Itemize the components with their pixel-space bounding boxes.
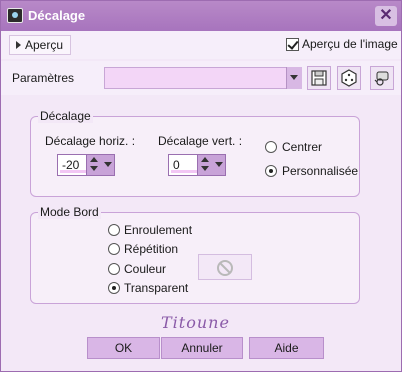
ok-button[interactable]: OK [87,337,160,359]
horiz-offset-label: Décalage horiz. : [45,134,136,148]
dropdown-arrow-icon[interactable] [215,162,223,167]
centrer-label: Centrer [282,140,323,154]
centrer-radio[interactable] [265,141,277,153]
transparent-label: Transparent [124,281,189,295]
transparent-radio[interactable] [108,282,120,294]
window-title: Décalage [28,8,86,23]
signature-logo: Titoune [161,313,230,332]
preset-dropdown[interactable] [104,67,302,89]
personnalisee-label: Personnalisée [282,164,359,178]
disabled-icon [217,260,233,276]
triangle-right-icon [16,41,21,49]
dropdown-arrow-icon[interactable] [104,162,112,167]
apercu-image-checkbox[interactable] [286,38,299,51]
apercu-image-label: Aperçu de l'image [302,37,398,51]
horiz-offset-stepper[interactable]: -20 [57,154,115,176]
cancel-button[interactable]: Annuler [161,337,243,359]
chevron-up-icon[interactable] [90,157,98,162]
save-icon[interactable] [307,66,331,90]
chevron-up-icon[interactable] [201,157,209,162]
edge-color-swatch[interactable] [198,254,252,280]
couleur-radio[interactable] [108,263,120,275]
repetition-label: Répétition [124,242,179,256]
apercu-toggle-button[interactable]: Aperçu [9,35,71,55]
reset-icon[interactable] [370,66,394,90]
offset-group-title: Décalage [38,109,93,123]
random-dice-icon[interactable] [337,66,361,90]
chevron-down-icon[interactable] [90,166,98,171]
vert-offset-spin-buttons[interactable] [197,155,225,175]
personnalisee-radio[interactable] [265,165,277,177]
vert-offset-stepper[interactable]: 0 [168,154,226,176]
repetition-radio[interactable] [108,243,120,255]
toolbar: Aperçu Aperçu de l'image [1,31,401,59]
enroulement-label: Enroulement [124,223,193,237]
app-icon [7,8,23,23]
couleur-label: Couleur [124,262,167,276]
edge-mode-group-title: Mode Bord [38,205,101,219]
dialog-window: Décalage ✕ Aperçu Aperçu de l'image Para… [0,0,402,372]
help-button[interactable]: Aide [249,337,324,359]
horiz-offset-spin-buttons[interactable] [86,155,114,175]
preset-dropdown-arrow[interactable] [286,67,302,89]
edge-mode-group [30,212,360,304]
close-button[interactable]: ✕ [375,6,397,26]
title-bar[interactable]: Décalage ✕ [1,1,401,31]
chevron-down-icon[interactable] [201,166,209,171]
params-label: Paramètres [12,71,75,85]
apercu-label: Aperçu [25,38,64,52]
enroulement-radio[interactable] [108,224,120,236]
vert-offset-label: Décalage vert. : [158,134,243,148]
